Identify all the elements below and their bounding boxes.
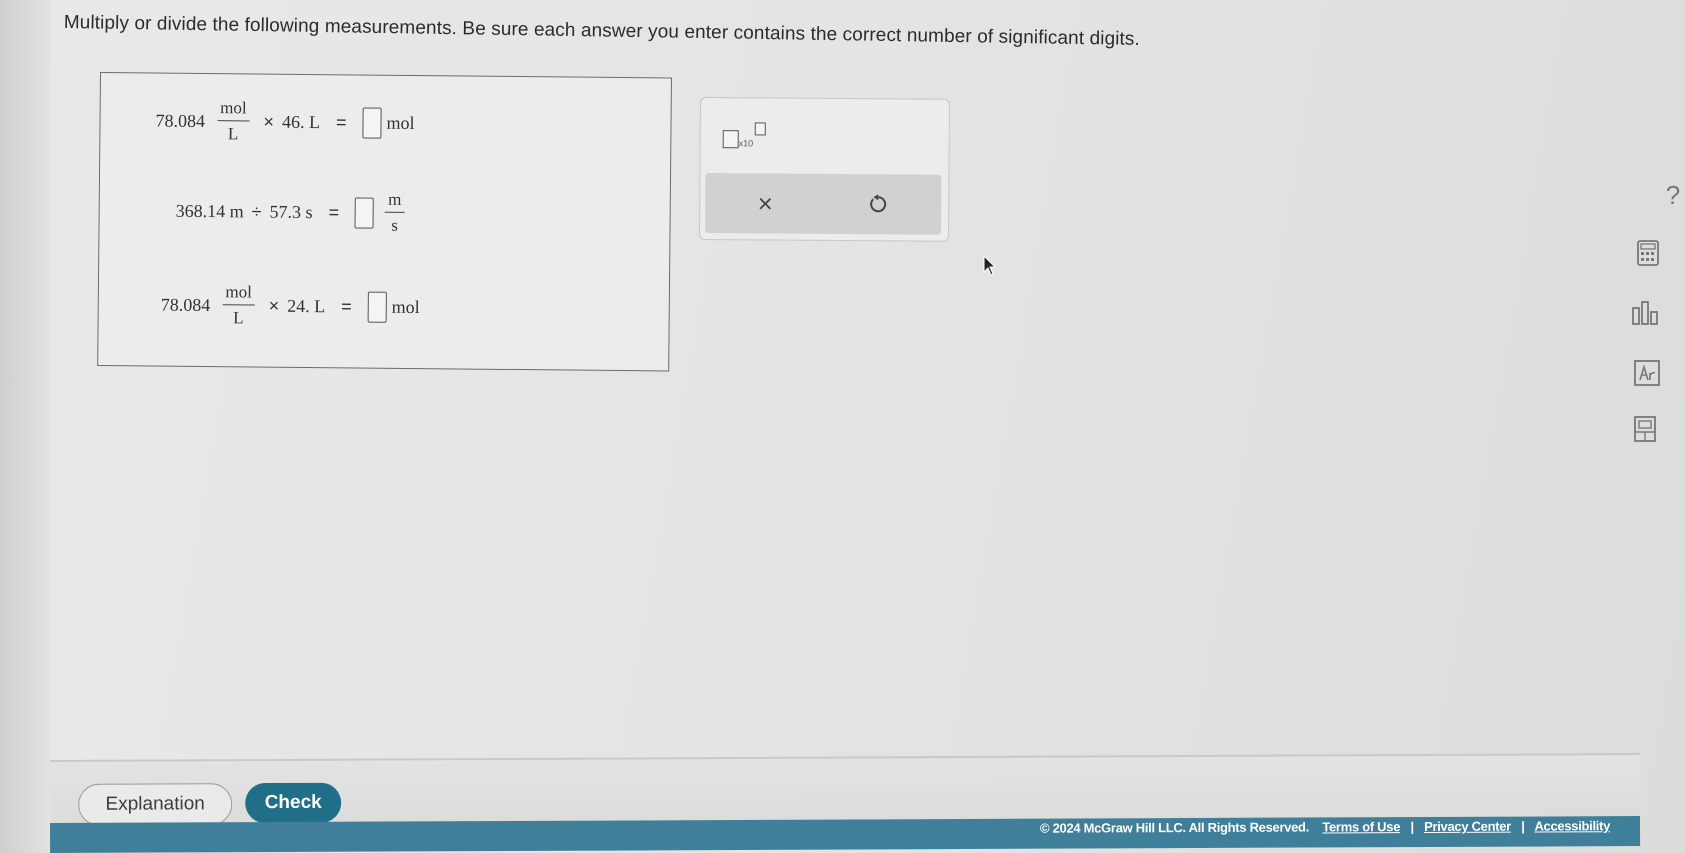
clear-button[interactable]: ×: [745, 185, 785, 221]
equation-row-1: 78.084 mol L × 46. L = mol: [155, 98, 415, 146]
unit-numerator: mol: [217, 98, 250, 122]
scientific-notation-button[interactable]: x10: [722, 122, 783, 150]
footer: © 2024 McGraw Hill LLC. All Rights Reser…: [50, 816, 1641, 853]
answer-input-3[interactable]: [367, 291, 387, 323]
periodic-table-icon[interactable]: [1632, 358, 1662, 388]
close-icon: ×: [757, 187, 773, 219]
screen: Multiply or divide the following measure…: [0, 0, 1685, 853]
separator: |: [1410, 819, 1414, 835]
element-glyph: [1634, 360, 1660, 386]
equals-sign: =: [341, 295, 352, 316]
help-symbol: ?: [1665, 179, 1681, 210]
undo-icon: [870, 194, 887, 213]
second-measurement: 46. L: [281, 111, 321, 132]
copyright-text: © 2024 McGraw Hill LLC. All Rights Reser…: [1039, 819, 1310, 836]
value: 78.084: [160, 294, 211, 315]
footer-text: © 2024 McGraw Hill LLC. All Rights Reser…: [1040, 818, 1610, 835]
answer-input-1[interactable]: [362, 107, 382, 139]
separator: |: [1521, 818, 1525, 834]
unit-fraction: mol L: [222, 282, 255, 328]
unit-denominator: L: [227, 124, 239, 144]
explanation-button[interactable]: Explanation: [78, 783, 233, 826]
unit-denominator: L: [233, 308, 244, 328]
reference-icon[interactable]: [1630, 414, 1660, 444]
answer-tools-panel: x10 ×: [699, 97, 950, 242]
divide-operator: ÷: [251, 200, 262, 222]
multiply-operator: ×: [263, 111, 275, 132]
unit-numerator: m: [385, 189, 405, 213]
accessibility-link[interactable]: Accessibility: [1534, 818, 1610, 833]
first-measurement: 368.14 m: [175, 200, 244, 221]
x10-label: x10: [738, 138, 754, 149]
equation-row-2: 368.14 m ÷ 57.3 s = m s: [175, 188, 410, 236]
reference-glyph: [1634, 416, 1656, 442]
unit-fraction: mol L: [217, 98, 250, 144]
answer-unit: mol: [391, 296, 420, 317]
multiply-operator: ×: [268, 295, 280, 316]
equals-sign: =: [328, 201, 340, 222]
value: 78.084: [155, 110, 206, 131]
tool-bar: ×: [705, 173, 942, 235]
answer-unit: mol: [386, 112, 415, 133]
instructions-text: Multiply or divide the following measure…: [63, 12, 1141, 50]
second-measurement: 57.3 s: [269, 201, 313, 222]
problem-box: 78.084 mol L × 46. L = mol 368.14 m ÷ 57…: [97, 72, 672, 372]
calculator-glyph: [1637, 240, 1659, 266]
check-button[interactable]: Check: [245, 782, 342, 824]
help-icon[interactable]: ?: [1661, 180, 1685, 210]
undo-button[interactable]: [858, 186, 898, 222]
side-tools: ?: [1625, 180, 1685, 460]
privacy-center-link[interactable]: Privacy Center: [1424, 819, 1511, 834]
equals-sign: =: [335, 111, 347, 132]
chart-glyph: [1632, 301, 1658, 325]
exponent-box-icon: [754, 122, 766, 136]
answer-unit-fraction: m s: [385, 189, 405, 236]
second-measurement: 24. L: [287, 295, 326, 316]
data-chart-icon[interactable]: [1630, 298, 1662, 328]
unit-denominator: s: [391, 215, 398, 235]
mouse-cursor-icon: [983, 255, 997, 276]
equation-row-3: 78.084 mol L × 24. L = mol: [161, 282, 420, 330]
calculator-icon[interactable]: [1635, 238, 1661, 268]
mantissa-box-icon: [722, 130, 739, 149]
terms-of-use-link[interactable]: Terms of Use: [1322, 819, 1400, 834]
answer-input-2[interactable]: [354, 196, 375, 229]
left-edge: [0, 0, 50, 853]
unit-numerator: mol: [222, 282, 255, 306]
